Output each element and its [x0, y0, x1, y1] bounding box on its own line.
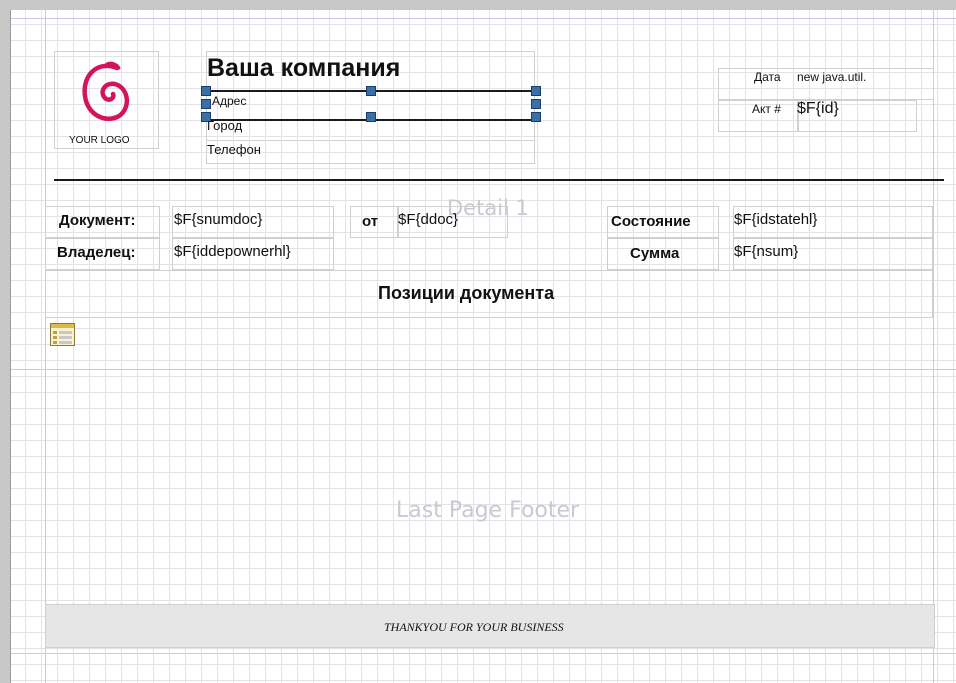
resize-handle[interactable]	[366, 86, 376, 96]
resize-handle[interactable]	[201, 99, 211, 109]
date-label[interactable]: Дата	[754, 70, 781, 84]
date-value[interactable]: new java.util.	[797, 70, 866, 84]
resize-handle[interactable]	[531, 112, 541, 122]
from-label[interactable]: от	[362, 213, 378, 230]
document-value[interactable]: $F{snumdoc}	[174, 211, 262, 228]
report-design-canvas[interactable]: YOUR LOGO Ваша компания Адрес Город Теле…	[10, 10, 956, 683]
logo-caption: YOUR LOGO	[69, 135, 130, 146]
header-divider-line[interactable]	[54, 179, 944, 181]
address-field: Адрес	[212, 94, 247, 108]
logo-swirl-icon	[82, 61, 129, 122]
document-label[interactable]: Документ:	[59, 212, 136, 229]
band-separator	[11, 18, 956, 19]
phone-field[interactable]: Телефон	[207, 142, 261, 157]
resize-handle[interactable]	[201, 86, 211, 96]
left-margin-guide	[45, 10, 46, 683]
resize-handle[interactable]	[531, 99, 541, 109]
logo-frame[interactable]: YOUR LOGO	[54, 51, 159, 149]
band-separator	[11, 369, 956, 370]
sum-label[interactable]: Сумма	[630, 245, 679, 262]
owner-label[interactable]: Владелец:	[57, 244, 135, 261]
band-label-last-page-footer: Last Page Footer	[396, 498, 580, 523]
state-label[interactable]: Состояние	[611, 213, 691, 230]
positions-title[interactable]: Позиции документа	[378, 283, 554, 304]
resize-handle[interactable]	[531, 86, 541, 96]
footer-text: THANKYOU FOR YOUR BUSINESS	[384, 620, 564, 634]
act-value[interactable]: $F{id}	[797, 100, 839, 118]
footer-bar[interactable]: THANKYOU FOR YOUR BUSINESS	[45, 604, 935, 648]
state-value[interactable]: $F{idstatehl}	[734, 211, 817, 228]
from-value[interactable]: $F{ddoc}	[398, 211, 458, 228]
act-label[interactable]: Акт #	[752, 102, 781, 116]
company-name[interactable]: Ваша компания	[207, 54, 400, 83]
resize-handle[interactable]	[366, 112, 376, 122]
table-icon[interactable]	[50, 323, 75, 346]
city-field[interactable]: Город	[207, 118, 242, 133]
sum-value[interactable]: $F{nsum}	[734, 243, 798, 260]
band-separator	[11, 653, 956, 654]
right-margin-guide	[933, 10, 934, 683]
owner-value[interactable]: $F{iddepownerhl}	[174, 243, 291, 260]
